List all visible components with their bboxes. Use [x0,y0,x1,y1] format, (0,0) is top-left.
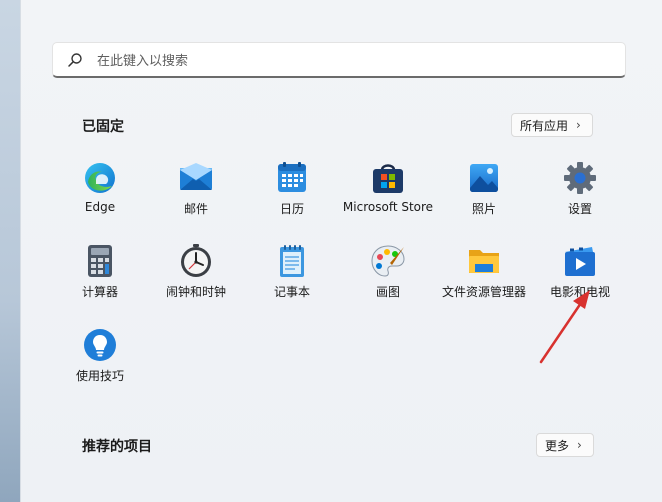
all-apps-button[interactable]: 所有应用 › [511,113,593,137]
pinned-app-calculator[interactable]: 计算器 [52,243,148,313]
pinned-app-settings[interactable]: 设置 [532,160,628,230]
store-icon [373,164,403,193]
desktop-wallpaper-edge [0,0,20,502]
search-box[interactable] [52,42,626,78]
app-label: 邮件 [183,202,208,216]
more-button[interactable]: 更多 › [536,433,594,457]
paint-palette-icon [371,245,405,277]
pinned-app-edge[interactable]: Edge [52,160,148,230]
pinned-app-movies-tv[interactable]: 电影和电视 [532,243,628,313]
app-label: 电影和电视 [549,285,610,299]
settings-gear-icon [564,162,596,194]
search-input[interactable] [95,49,599,73]
mail-icon [180,163,212,190]
app-label: Microsoft Store [342,200,434,214]
pinned-app-tips[interactable]: 使用技巧 [52,327,148,397]
all-apps-label: 所有应用 [520,118,569,133]
chevron-right-icon: › [576,118,581,132]
pinned-app-microsoft-store[interactable]: Microsoft Store [340,160,436,230]
app-label: Edge [84,200,116,214]
folder-icon [469,250,499,273]
pinned-app-photos[interactable]: 照片 [436,160,532,230]
app-label: 设置 [567,202,592,216]
app-label: 闹钟和时钟 [165,285,226,299]
alarm-clock-icon [181,244,211,277]
photos-icon [470,164,498,192]
pinned-app-alarms-clock[interactable]: 闹钟和时钟 [148,243,244,313]
calendar-icon [278,162,306,192]
movies-tv-icon [565,247,595,276]
app-label: 画图 [375,285,400,299]
pinned-app-paint[interactable]: 画图 [340,243,436,313]
app-label: 使用技巧 [75,369,124,383]
notepad-icon [280,245,304,277]
app-label: 照片 [471,202,496,216]
start-menu: 已固定 所有应用 › Edge 邮件 [20,0,662,502]
app-label: 记事本 [273,285,310,299]
pinned-app-file-explorer[interactable]: 文件资源管理器 [436,243,532,313]
tips-lightbulb-icon [84,329,116,361]
search-icon [68,53,82,67]
edge-icon [85,163,115,193]
app-label: 日历 [279,202,304,216]
recommended-title: 推荐的项目 [82,439,152,455]
app-label: 文件资源管理器 [441,285,526,299]
pinned-app-mail[interactable]: 邮件 [148,160,244,230]
app-label: 计算器 [81,285,118,299]
pinned-app-calendar[interactable]: 日历 [244,160,340,230]
more-label: 更多 [545,438,570,453]
calculator-icon [88,245,112,277]
pinned-title: 已固定 [82,119,124,135]
pinned-app-notepad[interactable]: 记事本 [244,243,340,313]
chevron-right-icon: › [577,438,582,452]
